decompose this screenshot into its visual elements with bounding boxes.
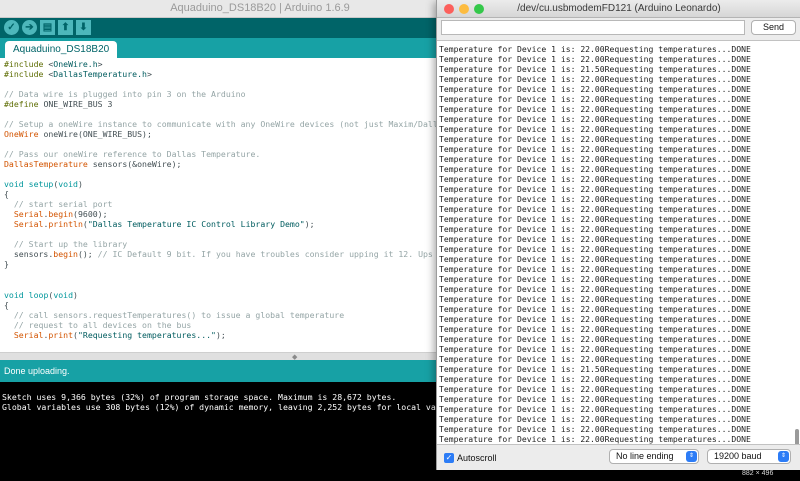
open-sketch-button[interactable]: ⬆ <box>58 20 73 35</box>
serial-output-line: Temperature for Device 1 is: 22.00Reques… <box>439 194 751 204</box>
baud-rate-value: 19200 baud <box>714 451 762 461</box>
upload-button[interactable]: ➔ <box>22 20 37 35</box>
serial-output-line: Temperature for Device 1 is: 22.00Reques… <box>439 414 751 424</box>
serial-output-line: Temperature for Device 1 is: 21.50Reques… <box>439 364 751 374</box>
status-text: Done uploading. <box>4 366 70 376</box>
serial-output-line: Temperature for Device 1 is: 22.00Reques… <box>439 174 751 184</box>
code-line: void loop(void) <box>4 290 78 300</box>
serial-output-line: Temperature for Device 1 is: 22.00Reques… <box>439 394 751 404</box>
serial-output-line: Temperature for Device 1 is: 22.00Reques… <box>439 224 751 234</box>
code-line: Serial.println("Dallas Temperature IC Co… <box>13 219 315 229</box>
serial-monitor-window: /dev/cu.usbmodemFD121 (Arduino Leonardo)… <box>436 0 800 470</box>
serial-output-line: Temperature for Device 1 is: 22.00Reques… <box>439 334 751 344</box>
serial-output-line: Temperature for Device 1 is: 22.00Reques… <box>439 344 751 354</box>
serial-output-line: Temperature for Device 1 is: 22.00Reques… <box>439 284 751 294</box>
serial-output-line: Temperature for Device 1 is: 22.00Reques… <box>439 44 751 54</box>
serial-output-line: Temperature for Device 1 is: 22.00Reques… <box>439 114 751 124</box>
chevron-up-down-icon: ⇕ <box>686 451 697 462</box>
serial-output-line: Temperature for Device 1 is: 22.00Reques… <box>439 204 751 214</box>
code-line: // Start up the library <box>4 239 128 249</box>
code-line: { <box>4 189 9 199</box>
save-sketch-button[interactable]: ⬇ <box>76 20 91 35</box>
code-line: sensors.begin(); // IC Default 9 bit. If… <box>4 249 483 259</box>
serial-output-line: Temperature for Device 1 is: 22.00Reques… <box>439 354 751 364</box>
code-line: // Pass our oneWire reference to Dallas … <box>4 149 261 159</box>
serial-output-line: Temperature for Device 1 is: 22.00Reques… <box>439 234 751 244</box>
desktop: Aquaduino_DS18B20 | Arduino 1.6.9 ✓ ➔ ▤ … <box>0 0 800 481</box>
serial-output-line: Temperature for Device 1 is: 22.00Reques… <box>439 244 751 254</box>
arrow-up-icon: ⬆ <box>61 21 70 33</box>
serial-output-line: Temperature for Device 1 is: 22.00Reques… <box>439 434 751 444</box>
serial-output-line: Temperature for Device 1 is: 22.00Reques… <box>439 294 751 304</box>
serial-output-line: Temperature for Device 1 is: 22.00Reques… <box>439 84 751 94</box>
serial-output-line: Temperature for Device 1 is: 22.00Reques… <box>439 254 751 264</box>
serial-output-line: Temperature for Device 1 is: 22.00Reques… <box>439 104 751 114</box>
verify-button[interactable]: ✓ <box>4 20 19 35</box>
serial-output-line: Temperature for Device 1 is: 22.00Reques… <box>439 94 751 104</box>
serial-output-line: Temperature for Device 1 is: 21.50Reques… <box>439 64 751 74</box>
serial-output-line: Temperature for Device 1 is: 22.00Reques… <box>439 184 751 194</box>
serial-output-line: Temperature for Device 1 is: 22.00Reques… <box>439 384 751 394</box>
serial-output-line: Temperature for Device 1 is: 22.00Reques… <box>439 304 751 314</box>
arrow-down-icon: ⬇ <box>79 21 88 33</box>
code-line: // request to all devices on the bus <box>4 320 192 330</box>
serial-output-line: Temperature for Device 1 is: 22.00Reques… <box>439 144 751 154</box>
chevron-up-down-icon: ⇕ <box>778 451 789 462</box>
send-button[interactable]: Send <box>751 20 796 35</box>
code-line: #include <DallasTemperature.h> <box>4 69 152 79</box>
size-badge: 882 × 496 <box>742 470 774 477</box>
code-line: // Data wire is plugged into pin 3 on th… <box>4 89 246 99</box>
serial-output-line: Temperature for Device 1 is: 22.00Reques… <box>439 324 751 334</box>
serial-output-line: Temperature for Device 1 is: 22.00Reques… <box>439 374 751 384</box>
serial-output-line: Temperature for Device 1 is: 22.00Reques… <box>439 154 751 164</box>
autoscroll-label: Autoscroll <box>457 453 497 463</box>
code-line: OneWire oneWire(ONE_WIRE_BUS); <box>4 129 152 139</box>
code-line: // Setup a oneWire instance to communica… <box>4 119 483 129</box>
code-line: void setup(void) <box>4 179 83 189</box>
serial-output-line: Temperature for Device 1 is: 22.00Reques… <box>439 264 751 274</box>
scrollbar-thumb[interactable] <box>795 429 799 444</box>
serial-output-line: Temperature for Device 1 is: 22.00Reques… <box>439 164 751 174</box>
console-line: Global variables use 308 bytes (12%) of … <box>2 402 486 412</box>
console-line: Sketch uses 9,366 bytes (32%) of program… <box>2 392 397 402</box>
code-line: Serial.begin(9600); <box>13 209 108 219</box>
check-icon: ✓ <box>7 21 16 33</box>
serial-output-line: Temperature for Device 1 is: 22.00Reques… <box>439 134 751 144</box>
line-ending-value: No line ending <box>616 451 674 461</box>
new-sketch-button[interactable]: ▤ <box>40 20 55 35</box>
serial-output-line: Temperature for Device 1 is: 22.00Reques… <box>439 424 751 434</box>
baud-rate-select[interactable]: 19200 baud ⇕ <box>707 449 791 464</box>
serial-monitor-footer: ✓ Autoscroll No line ending ⇕ 19200 baud… <box>437 445 800 470</box>
line-ending-select[interactable]: No line ending ⇕ <box>609 449 699 464</box>
serial-output-line: Temperature for Device 1 is: 22.00Reques… <box>439 214 751 224</box>
autoscroll-checkbox[interactable]: ✓ <box>444 453 454 463</box>
new-file-icon: ▤ <box>42 21 53 33</box>
serial-input-field[interactable] <box>441 20 745 35</box>
serial-output-line: Temperature for Device 1 is: 22.00Reques… <box>439 74 751 84</box>
code-line: // call sensors.requestTemperatures() to… <box>4 310 345 320</box>
serial-output-line: Temperature for Device 1 is: 22.00Reques… <box>439 314 751 324</box>
code-line: #define ONE_WIRE_BUS 3 <box>4 99 113 109</box>
code-line: Serial.print("Requesting temperatures...… <box>13 330 226 340</box>
serial-output-line: Temperature for Device 1 is: 22.00Reques… <box>439 274 751 284</box>
serial-monitor-titlebar[interactable]: /dev/cu.usbmodemFD121 (Arduino Leonardo) <box>437 0 800 18</box>
code-line: #include <OneWire.h> <box>4 59 103 69</box>
serial-output[interactable]: Temperature for Device 1 is: 22.00Reques… <box>437 40 800 445</box>
tab-aquaduino-ds18b20[interactable]: Aquaduino_DS18B20 <box>5 41 118 58</box>
serial-output-line: Temperature for Device 1 is: 22.00Reques… <box>439 404 751 414</box>
arrow-right-icon: ➔ <box>25 21 34 33</box>
code-line: { <box>4 300 9 310</box>
code-line: DallasTemperature sensors(&oneWire); <box>4 159 182 169</box>
code-line: // start serial port <box>4 199 113 209</box>
serial-monitor-title: /dev/cu.usbmodemFD121 (Arduino Leonardo) <box>517 3 721 14</box>
serial-output-line: Temperature for Device 1 is: 22.00Reques… <box>439 124 751 134</box>
check-icon: ✓ <box>445 453 453 462</box>
code-line: } <box>4 259 9 269</box>
serial-output-line: Temperature for Device 1 is: 22.00Reques… <box>439 54 751 64</box>
